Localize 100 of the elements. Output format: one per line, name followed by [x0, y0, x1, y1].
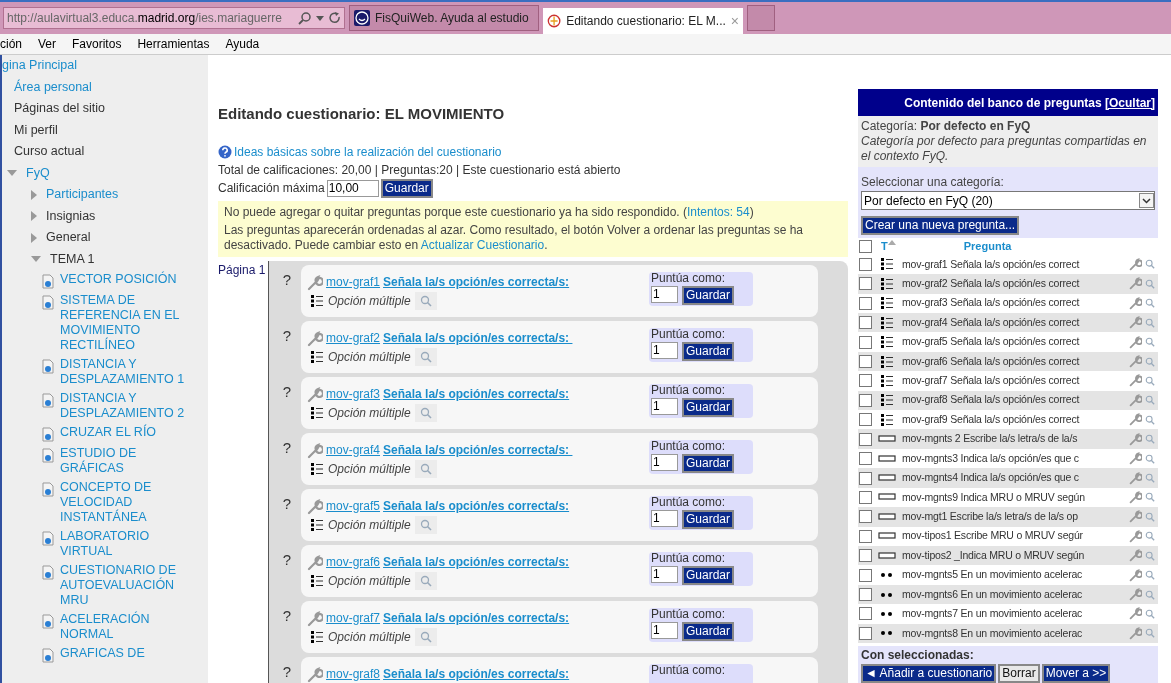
- collapsed-arrow-icon[interactable]: [30, 210, 38, 223]
- preview-button[interactable]: [414, 627, 437, 646]
- search-icon[interactable]: [298, 11, 312, 25]
- wrench-icon[interactable]: [1129, 626, 1142, 640]
- wrench-icon[interactable]: [1129, 529, 1142, 543]
- search-icon[interactable]: [419, 574, 432, 587]
- question-title-link[interactable]: Señala la/s opción/es correcta/s:: [383, 552, 570, 571]
- save-button[interactable]: Guardar: [682, 453, 735, 473]
- wrench-icon[interactable]: [307, 554, 323, 571]
- row-checkbox[interactable]: [859, 355, 872, 368]
- sidebar-link[interactable]: DISTANCIA Y DESPLAZAMIENTO 1: [60, 357, 190, 387]
- sidebar-link[interactable]: LABORATORIO VIRTUAL: [60, 529, 190, 559]
- row-checkbox[interactable]: [859, 471, 872, 485]
- row-checkbox[interactable]: [859, 432, 872, 446]
- sidebar-link[interactable]: ACELERACIÓN NORMAL: [60, 612, 190, 642]
- wrench-icon[interactable]: [1129, 607, 1142, 621]
- wrench-icon[interactable]: [1129, 316, 1142, 330]
- menu-item[interactable]: Ver: [38, 35, 57, 53]
- sidebar-link[interactable]: FyQ: [26, 163, 50, 183]
- question-name-link[interactable]: mov-graf5: [326, 496, 381, 515]
- sidebar-item[interactable]: General: [46, 228, 91, 248]
- search-icon[interactable]: [1145, 550, 1155, 561]
- wrench-icon[interactable]: [1129, 568, 1142, 582]
- sidebar-item[interactable]: Páginas del sitio: [14, 99, 106, 119]
- dropdown-icon[interactable]: [1139, 193, 1154, 209]
- action-button[interactable]: Borrar: [998, 664, 1040, 683]
- save-button[interactable]: Guardar: [380, 178, 433, 198]
- wrench-icon[interactable]: [307, 330, 323, 347]
- row-checkbox[interactable]: [859, 510, 872, 524]
- question-name-link[interactable]: mov-graf4: [326, 440, 381, 459]
- wrench-icon[interactable]: [1129, 335, 1142, 349]
- row-checkbox[interactable]: [859, 374, 872, 388]
- search-icon[interactable]: [1145, 628, 1155, 639]
- wrench-icon[interactable]: [1129, 393, 1142, 407]
- wrench-icon[interactable]: [307, 274, 323, 291]
- sidebar-link[interactable]: Participantes: [46, 185, 119, 205]
- expanded-arrow-icon[interactable]: [30, 255, 42, 264]
- row-checkbox[interactable]: [859, 549, 872, 563]
- sidebar-link[interactable]: CONCEPTO DE VELOCIDAD INSTANTÁNEA: [60, 480, 190, 525]
- preview-button[interactable]: [414, 347, 437, 366]
- search-icon[interactable]: [1145, 609, 1155, 619]
- score-field[interactable]: 1: [651, 453, 678, 471]
- help-link[interactable]: Ideas básicas sobre la realización del cuestionario: [234, 142, 502, 161]
- wrench-icon[interactable]: [1129, 374, 1142, 388]
- sidebar-item[interactable]: TEMA 1: [50, 249, 95, 269]
- browser-tab[interactable]: FisQuiWeb. Ayuda al estudio: [349, 5, 539, 31]
- sidebar-link[interactable]: SISTEMA DE REFERENCIA EN EL MOVIMIENTO RECTILÍNEO: [60, 293, 190, 353]
- save-button[interactable]: Guardar: [682, 565, 735, 585]
- expanded-arrow-icon[interactable]: [6, 169, 18, 178]
- search-icon[interactable]: [1145, 259, 1155, 270]
- collapsed-arrow-icon[interactable]: [30, 188, 38, 201]
- preview-button[interactable]: [414, 459, 437, 478]
- search-icon[interactable]: [1145, 356, 1155, 367]
- search-icon[interactable]: [1145, 395, 1155, 406]
- search-icon[interactable]: [419, 350, 432, 363]
- save-button[interactable]: Guardar: [682, 509, 735, 529]
- sidebar-link[interactable]: Área personal: [14, 77, 92, 97]
- wrench-icon[interactable]: [307, 498, 323, 515]
- sidebar-link[interactable]: GRAFICAS DE: [60, 646, 190, 661]
- search-icon[interactable]: [419, 462, 432, 475]
- wrench-icon[interactable]: [1129, 355, 1142, 368]
- wrench-icon[interactable]: [1129, 296, 1142, 310]
- wrench-icon[interactable]: [1129, 432, 1142, 446]
- search-icon[interactable]: [1145, 375, 1155, 386]
- question-name-link[interactable]: mov-graf6: [326, 552, 381, 571]
- wrench-icon[interactable]: [1129, 490, 1142, 504]
- wrench-icon[interactable]: [307, 386, 323, 403]
- search-icon[interactable]: [419, 406, 432, 419]
- type-column-header[interactable]: T: [881, 238, 888, 255]
- row-checkbox[interactable]: [859, 393, 872, 407]
- question-name-link[interactable]: mov-graf7: [326, 608, 381, 627]
- wrench-icon[interactable]: [1129, 549, 1142, 563]
- question-title-link[interactable]: Señala la/s opción/es correcta/s:: [383, 496, 570, 515]
- question-title-link[interactable]: Señala la/s opción/es correcta/s:: [383, 608, 570, 627]
- action-button[interactable]: ◄ Añadir a cuestionario: [861, 664, 997, 683]
- preview-button[interactable]: [414, 403, 437, 422]
- question-title-link[interactable]: Señala la/s opción/es correcta/s:: [383, 440, 573, 459]
- search-icon[interactable]: [419, 518, 432, 531]
- question-name-link[interactable]: mov-graf8: [326, 664, 381, 683]
- search-icon[interactable]: [1145, 453, 1155, 464]
- search-icon[interactable]: [1145, 317, 1155, 328]
- save-button[interactable]: Guardar: [682, 341, 735, 361]
- score-field[interactable]: 1: [651, 565, 678, 583]
- score-field[interactable]: 1: [651, 621, 678, 639]
- question-title-link[interactable]: Señala la/s opción/es correcta/s:: [383, 328, 573, 347]
- wrench-icon[interactable]: [1129, 277, 1142, 291]
- search-icon[interactable]: [1145, 511, 1155, 522]
- select-all-checkbox[interactable]: [859, 239, 872, 253]
- menu-item[interactable]: Herramientas: [137, 35, 210, 53]
- row-checkbox[interactable]: [859, 316, 872, 330]
- wrench-icon[interactable]: [1129, 471, 1142, 485]
- score-field[interactable]: 1: [651, 341, 678, 359]
- save-button[interactable]: Guardar: [682, 397, 735, 417]
- question-name-link[interactable]: mov-graf1: [326, 272, 381, 291]
- menu-item[interactable]: ción: [0, 35, 22, 53]
- sidebar-link[interactable]: CRUZAR EL RÍO: [60, 425, 190, 440]
- wrench-icon[interactable]: [1129, 510, 1142, 524]
- sidebar-link[interactable]: DISTANCIA Y DESPLAZAMIENTO 2: [60, 391, 190, 421]
- collapsed-arrow-icon[interactable]: [30, 231, 38, 244]
- question-title-link[interactable]: Señala la/s opción/es correcta/s:: [383, 664, 570, 683]
